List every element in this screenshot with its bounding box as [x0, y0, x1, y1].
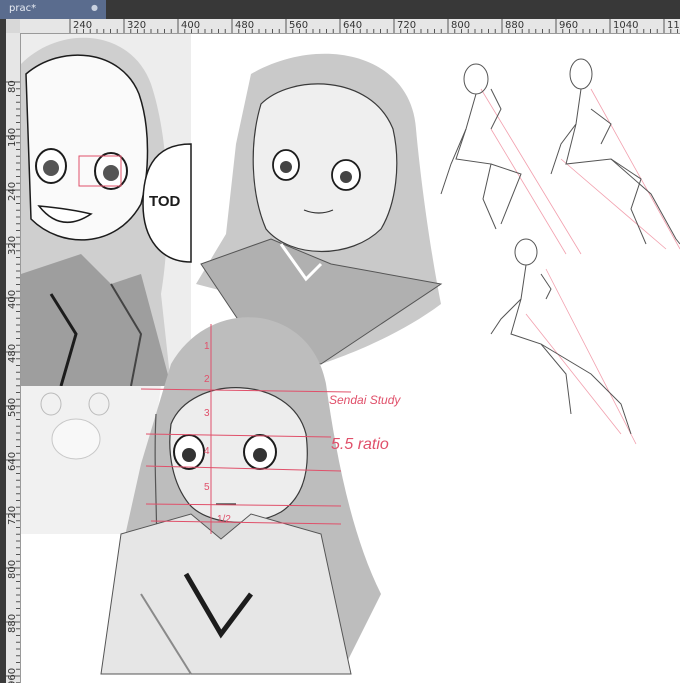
ruler-label: 880 — [505, 20, 525, 31]
ruler-label: 560 — [7, 397, 18, 417]
drawing-canvas[interactable]: TOD 1 2 3 4 5 1/2 Sendai Study 5.5 ratio — [21, 34, 680, 683]
vertical-ruler[interactable]: 80 160 240 320 400 480 560 640 720 800 8… — [6, 33, 21, 683]
guide-number: 3 — [204, 408, 210, 419]
ruler-label: 640 — [7, 451, 18, 471]
girl-sketch-middle — [196, 53, 443, 365]
horizontal-ruler[interactable]: 240 320 400 480 560 640 720 800 880 960 … — [20, 19, 680, 34]
ruler-label: 80 — [7, 80, 18, 93]
speech-bubble-text: TOD — [149, 193, 181, 210]
ruler-label: 1040 — [613, 20, 639, 31]
ruler-label: 160 — [7, 127, 18, 147]
ruler-label: 480 — [7, 343, 18, 363]
ruler-label: 320 — [127, 20, 147, 31]
ruler-label: 960 — [559, 20, 579, 31]
ruler-label: 880 — [7, 613, 18, 633]
ruler-label: 480 — [235, 20, 255, 31]
guide-number: 4 — [204, 446, 210, 457]
guide-number: 1/2 — [217, 514, 231, 525]
canvas-artwork: TOD 1 2 3 4 5 1/2 Sendai Study 5.5 ratio — [21, 34, 680, 675]
ruler-label: 320 — [7, 235, 18, 255]
ruler-label: 720 — [7, 505, 18, 525]
tab-close-icon[interactable]: ● — [91, 3, 98, 12]
ruler-label: 800 — [451, 20, 471, 31]
document-tab-bar: prac* ● — [0, 0, 680, 19]
gesture-pose-sketches — [440, 58, 680, 445]
ruler-label: 960 — [7, 667, 18, 683]
tab-prac[interactable]: prac* ● — [0, 0, 106, 19]
ruler-label: 640 — [343, 20, 363, 31]
guide-number: 5 — [204, 482, 210, 493]
ruler-label: 400 — [7, 289, 18, 309]
ruler-label: 240 — [7, 181, 18, 201]
ruler-label: 800 — [7, 559, 18, 579]
ruler-corner — [6, 19, 20, 33]
ruler-label: 560 — [289, 20, 309, 31]
guide-number: 2 — [204, 374, 210, 385]
tab-title: prac* — [9, 3, 37, 14]
ruler-label: 720 — [397, 20, 417, 31]
ruler-label: 240 — [73, 20, 93, 31]
ruler-label: 400 — [181, 20, 201, 31]
annotation-ratio: 5.5 ratio — [331, 436, 389, 453]
ruler-label: 11 — [667, 20, 680, 31]
annotation-study: Sendai Study — [329, 393, 401, 407]
guide-number: 1 — [204, 341, 210, 352]
